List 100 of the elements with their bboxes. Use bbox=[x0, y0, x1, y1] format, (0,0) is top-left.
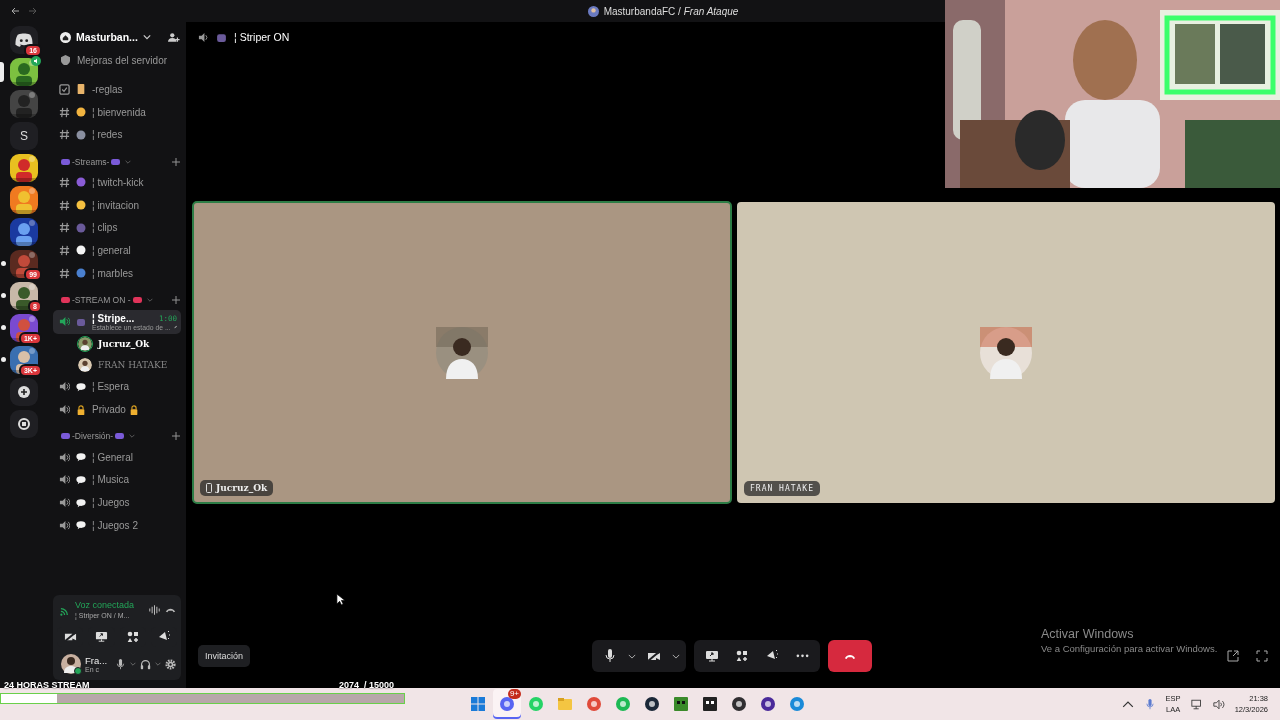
user-name: Fra... bbox=[85, 655, 109, 666]
speaker-icon bbox=[59, 316, 70, 327]
emoji-icon bbox=[76, 177, 86, 188]
emoji-icon bbox=[76, 200, 86, 211]
hash-icon bbox=[59, 244, 70, 256]
category-name[interactable]: -Diversión- bbox=[72, 431, 114, 442]
checklist-icon bbox=[59, 83, 70, 95]
hash-icon bbox=[59, 199, 70, 211]
boost-item[interactable]: Mejoras del servidor bbox=[48, 52, 186, 68]
activation-title: Activar Windows bbox=[1041, 627, 1135, 641]
window-title: MasturbandaFC / Fran Ataque bbox=[603, 5, 739, 17]
server-button[interactable]: S bbox=[10, 122, 38, 150]
hang-up-button[interactable] bbox=[828, 640, 872, 672]
invite-button[interactable]: Invitación bbox=[198, 645, 251, 667]
channel-item[interactable]: -reglas bbox=[53, 78, 181, 101]
server-name[interactable]: Masturban... bbox=[76, 31, 138, 43]
plus-icon[interactable] bbox=[172, 157, 180, 166]
channel-name: ¦ Juegos 2 bbox=[92, 519, 138, 531]
waveform-icon[interactable] bbox=[149, 605, 160, 615]
emoji-icon bbox=[76, 129, 86, 140]
channel-title: ¦ Striper ON bbox=[234, 31, 290, 43]
microphone-icon bbox=[605, 649, 615, 663]
channel-name: ¦ redes bbox=[92, 129, 123, 141]
channel-item[interactable]: Privado bbox=[53, 398, 181, 421]
channel-item[interactable]: ¦ general bbox=[53, 239, 181, 262]
channel-item[interactable]: ¦ marbles bbox=[53, 261, 181, 285]
chevron-icon[interactable] bbox=[672, 653, 680, 659]
channel-name: ¦ twitch-kick bbox=[92, 176, 144, 188]
add-server-button[interactable] bbox=[10, 378, 38, 406]
hash-icon bbox=[59, 222, 70, 234]
channel-item[interactable]: ¦ bienvenida bbox=[53, 100, 181, 124]
channel-item[interactable]: ¦ Juegos bbox=[53, 491, 181, 514]
channel-name: ¦ general bbox=[92, 244, 131, 256]
channel-name: -reglas bbox=[92, 83, 123, 95]
video-tile[interactable]: FRAN HATAKE bbox=[737, 202, 1275, 503]
discover-button[interactable] bbox=[10, 410, 38, 438]
channel-item[interactable]: ¦ Musica bbox=[53, 468, 181, 492]
notification-badge: 9+ bbox=[507, 689, 521, 699]
megaphone-icon bbox=[766, 650, 778, 662]
channel-item[interactable]: ¦ clips bbox=[53, 216, 181, 240]
channel-item[interactable]: ¦ invitacion bbox=[53, 193, 181, 217]
channel-name: Privado bbox=[92, 404, 126, 416]
compass-icon bbox=[18, 418, 30, 430]
circle-app-icon bbox=[499, 696, 515, 712]
participant-name: FRAN HATAKE bbox=[744, 481, 820, 496]
speaker-icon bbox=[198, 31, 209, 43]
channel-name: ¦ Espera bbox=[92, 381, 130, 393]
channel-name: ¦ clips bbox=[92, 222, 118, 234]
voice-member[interactable]: FRAN HATAKE bbox=[48, 354, 186, 376]
taskbar-app[interactable]: 9+ bbox=[493, 689, 521, 719]
network-icon[interactable] bbox=[1190, 698, 1203, 710]
channel-item[interactable]: ¦ Espera bbox=[53, 375, 181, 399]
channel-name: ¦ bienvenida bbox=[92, 106, 146, 118]
forward-icon[interactable] bbox=[28, 6, 38, 16]
screen-share-icon bbox=[705, 650, 719, 662]
camera-off-icon bbox=[63, 631, 77, 643]
back-icon[interactable] bbox=[10, 6, 20, 16]
hang-up-icon bbox=[844, 652, 856, 660]
speaker-icon bbox=[59, 451, 70, 463]
shapes-icon bbox=[736, 650, 748, 662]
category-name[interactable]: -Streams- bbox=[72, 156, 110, 167]
chevron-icon[interactable] bbox=[142, 34, 151, 40]
megaphone-icon bbox=[157, 631, 170, 643]
plus-icon[interactable] bbox=[172, 296, 180, 304]
channel-name: ¦ General bbox=[92, 451, 133, 463]
settings-icon[interactable] bbox=[165, 658, 176, 670]
windows-logo-icon bbox=[470, 696, 486, 712]
speaker-icon bbox=[59, 404, 70, 416]
emoji-icon bbox=[76, 107, 86, 118]
emoji-icon bbox=[76, 268, 86, 279]
speech-bubble-icon bbox=[76, 381, 86, 392]
channel-item[interactable]: ¦ General bbox=[53, 445, 181, 469]
online-dot bbox=[74, 667, 82, 675]
block-face-icon bbox=[673, 696, 689, 712]
camera-off-icon bbox=[647, 650, 661, 662]
category-name[interactable]: -STREAM ON - bbox=[72, 295, 131, 305]
fullscreen-icon[interactable] bbox=[1256, 650, 1268, 662]
voice-member[interactable]: Jucruz_Ok bbox=[48, 333, 186, 355]
channel-name: ¦ Stripe... bbox=[92, 312, 135, 324]
pop-out-icon[interactable] bbox=[1227, 650, 1239, 662]
microphone-icon[interactable] bbox=[115, 658, 126, 670]
channel-item[interactable]: ¦ twitch-kick bbox=[53, 171, 181, 194]
square-app-icon bbox=[702, 696, 718, 712]
speaker-icon bbox=[59, 497, 70, 509]
emoji-icon bbox=[76, 222, 86, 233]
volume-icon[interactable] bbox=[1212, 698, 1225, 710]
channel-item[interactable]: ¦ redes bbox=[53, 123, 181, 147]
discord-home-button[interactable] bbox=[10, 26, 38, 54]
add-member-icon[interactable] bbox=[168, 31, 180, 43]
speech-bubble-icon bbox=[76, 497, 86, 508]
headphones-icon[interactable] bbox=[140, 658, 151, 670]
circle-app-icon bbox=[644, 696, 660, 712]
speaker-icon bbox=[59, 381, 70, 393]
channel-item[interactable]: ¦ Juegos 2 bbox=[53, 513, 181, 537]
plus-icon[interactable] bbox=[172, 432, 180, 441]
speaker-icon bbox=[59, 474, 70, 486]
connection-status[interactable]: Voz conectada bbox=[75, 599, 135, 611]
video-tile[interactable]: Jucruz_Ok bbox=[193, 202, 731, 503]
chevron-icon[interactable] bbox=[628, 653, 636, 659]
circle-app-icon bbox=[760, 696, 776, 712]
